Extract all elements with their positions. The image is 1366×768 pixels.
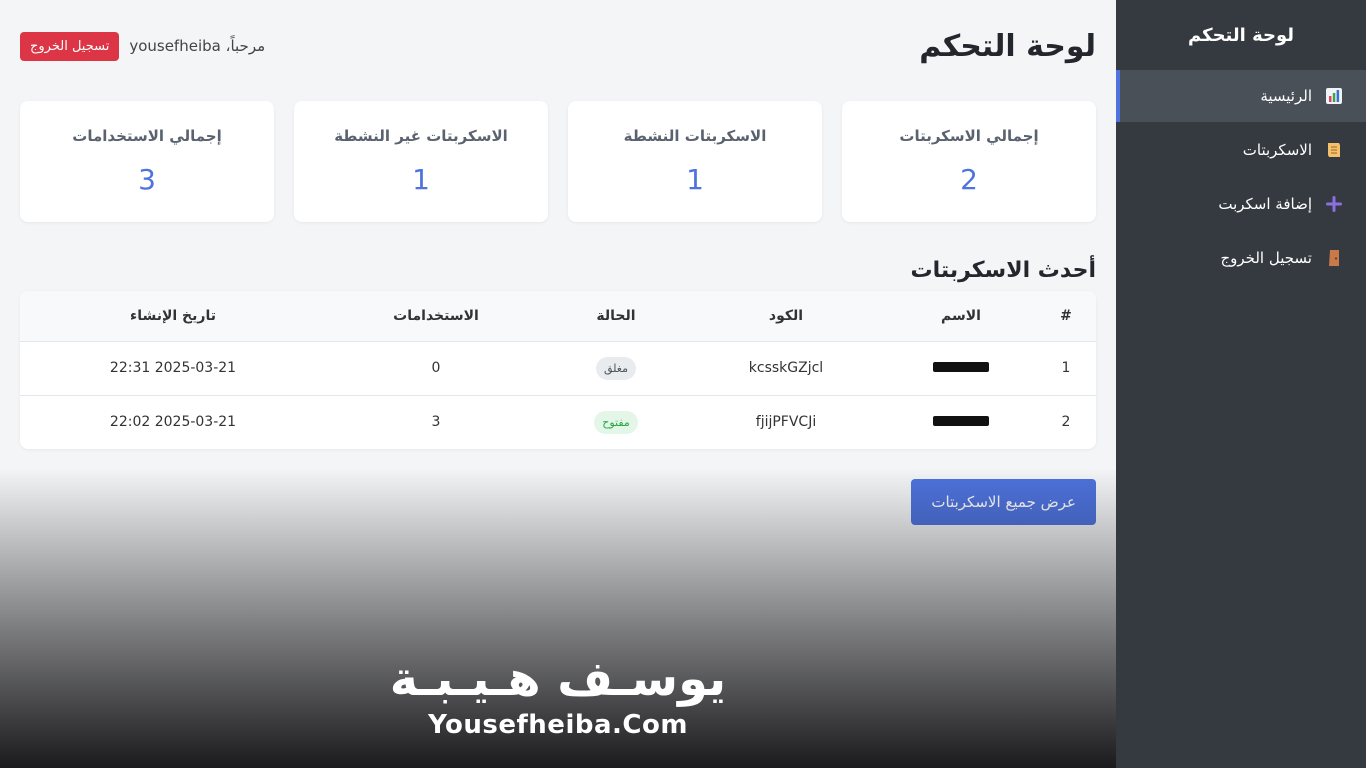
stats-row: إجمالي الاسكربتات 2 الاسكربتات النشطة 1 … bbox=[20, 101, 1096, 222]
table-row: 2 fjijPFVCJi مفتوح 3 2025-03-21 22:02 bbox=[20, 395, 1096, 449]
stat-value: 1 bbox=[412, 163, 430, 196]
welcome-text: مرحباً، yousefheiba bbox=[129, 37, 266, 55]
stat-value: 1 bbox=[686, 163, 704, 196]
row-name-redacted bbox=[886, 395, 1036, 449]
page-title: لوحة التحكم bbox=[919, 28, 1096, 64]
stat-label: الاسكربتات غير النشطة bbox=[334, 127, 508, 145]
sidebar-item-label: الرئيسية bbox=[1260, 87, 1312, 105]
column-header-created: تاريخ الإنشاء bbox=[130, 307, 216, 324]
logout-button[interactable]: تسجيل الخروج bbox=[20, 31, 120, 61]
page-header: لوحة التحكم مرحباً، yousefheiba تسجيل ال… bbox=[20, 0, 1096, 92]
row-index: 1 bbox=[1061, 360, 1071, 376]
status-badge: مفتوح bbox=[594, 410, 638, 434]
column-header-status: الحالة bbox=[596, 307, 636, 324]
main-content: لوحة التحكم مرحباً، yousefheiba تسجيل ال… bbox=[0, 0, 1116, 768]
redaction-bar bbox=[933, 362, 989, 372]
stat-label: إجمالي الاستخدامات bbox=[72, 127, 222, 145]
stat-value: 2 bbox=[960, 163, 978, 196]
sidebar-title: لوحة التحكم bbox=[1187, 24, 1295, 46]
stat-card-total-uses: إجمالي الاستخدامات 3 bbox=[20, 101, 274, 222]
status-badge: مغلق bbox=[595, 356, 636, 380]
row-code: kcsskGZjcl bbox=[748, 360, 824, 376]
row-index: 2 bbox=[1061, 414, 1071, 431]
row-status: مفتوح bbox=[546, 395, 686, 449]
row-uses: 0 bbox=[431, 360, 441, 376]
chart-icon bbox=[1324, 86, 1344, 106]
stat-card-inactive-scripts: الاسكربتات غير النشطة 1 bbox=[294, 101, 548, 222]
recent-scripts-table: # الاسم الكود الحالة الاستخدامات تاريخ ا… bbox=[20, 291, 1096, 449]
sidebar-item-label: تسجيل الخروج bbox=[1220, 249, 1312, 267]
stat-label: إجمالي الاسكربتات bbox=[899, 127, 1039, 145]
sidebar-item-label: الاسكربتات bbox=[1242, 141, 1312, 159]
table-row: 1 kcsskGZjcl مغلق 0 2025-03-21 22:31 bbox=[20, 341, 1096, 395]
actions-row: عرض جميع الاسكربتات bbox=[20, 479, 1096, 525]
door-icon bbox=[1324, 248, 1344, 268]
recent-scripts-table-card: # الاسم الكود الحالة الاستخدامات تاريخ ا… bbox=[20, 291, 1096, 449]
sidebar-item-logout[interactable]: تسجيل الخروج bbox=[1116, 232, 1366, 284]
plus-icon bbox=[1324, 194, 1344, 214]
row-status: مغلق bbox=[546, 341, 686, 395]
sidebar: لوحة التحكم الرئيسية الاسكربتات إضافة اس… bbox=[1116, 0, 1366, 768]
column-header-name: الاسم bbox=[941, 307, 981, 324]
row-code: fjijPFVCJi bbox=[755, 414, 817, 431]
row-created: 2025-03-21 22:31 bbox=[109, 360, 237, 376]
stat-label: الاسكربتات النشطة bbox=[623, 127, 767, 145]
stat-card-total-scripts: إجمالي الاسكربتات 2 bbox=[842, 101, 1096, 222]
row-uses: 3 bbox=[431, 414, 441, 431]
view-all-scripts-button[interactable]: عرض جميع الاسكربتات bbox=[911, 479, 1096, 525]
stat-value: 3 bbox=[138, 163, 156, 196]
row-created: 2025-03-21 22:02 bbox=[109, 414, 237, 431]
stat-card-active-scripts: الاسكربتات النشطة 1 bbox=[568, 101, 822, 222]
sidebar-item-home[interactable]: الرئيسية bbox=[1116, 70, 1366, 122]
row-name-redacted bbox=[886, 341, 1036, 395]
user-box: مرحباً، yousefheiba تسجيل الخروج bbox=[20, 31, 266, 61]
sidebar-item-add-script[interactable]: إضافة اسكربت bbox=[1116, 178, 1366, 230]
column-header-uses: الاستخدامات bbox=[393, 307, 479, 324]
sidebar-item-label: إضافة اسكربت bbox=[1218, 195, 1312, 213]
column-header-index: # bbox=[1060, 307, 1072, 324]
table-header-row: # الاسم الكود الحالة الاستخدامات تاريخ ا… bbox=[20, 291, 1096, 341]
column-header-code: الكود bbox=[768, 307, 804, 324]
scroll-icon bbox=[1324, 140, 1344, 160]
sidebar-item-scripts[interactable]: الاسكربتات bbox=[1116, 124, 1366, 176]
recent-scripts-title: أحدث الاسكربتات bbox=[910, 258, 1096, 283]
redaction-bar bbox=[933, 416, 989, 427]
